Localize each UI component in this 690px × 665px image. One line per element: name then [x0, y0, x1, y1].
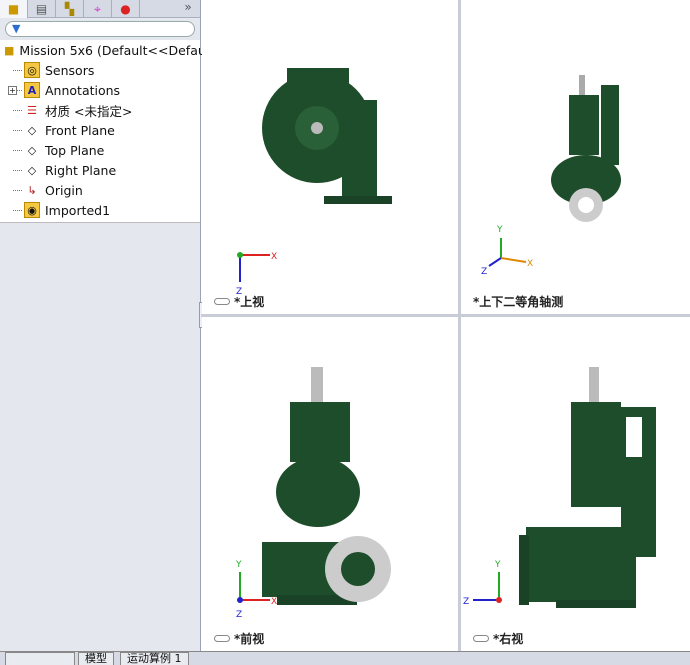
tree-item-label: Annotations — [45, 82, 121, 98]
axis-z-label: Z — [236, 610, 242, 620]
plane-icon: ◇ — [27, 123, 37, 137]
view-label: *上下二等角轴测 — [473, 293, 563, 310]
imported-icon: ◉ — [24, 202, 40, 218]
view-name: *前视 — [234, 632, 265, 646]
tree-filter-input[interactable]: ▼ — [5, 21, 195, 37]
feature-manager-tab[interactable]: ■ — [0, 0, 28, 18]
plane-icon: ◇ — [27, 143, 37, 157]
tree-item-front-plane[interactable]: ◇ Front Plane — [0, 120, 200, 140]
feature-manager-icon: ■ — [7, 2, 20, 16]
tree-item-label: Origin — [45, 182, 83, 198]
view-label: *右视 — [473, 630, 523, 647]
tab-scroll-buttons[interactable] — [5, 652, 75, 665]
tree-item-right-plane[interactable]: ◇ Right Plane — [0, 160, 200, 180]
tree-root[interactable]: ■ Mission 5x6 (Default<<Defau — [0, 40, 206, 60]
expand-toggle[interactable]: + — [8, 85, 17, 95]
axis-z-label: Z — [463, 597, 469, 607]
axis-y-label: Y — [494, 560, 501, 570]
tree-item-label: Top Plane — [45, 142, 105, 158]
dimxpert-manager-tab[interactable]: ⌖ — [84, 0, 112, 18]
origin-icon: ↳ — [27, 183, 37, 197]
tree-item-top-plane[interactable]: ◇ Top Plane — [0, 140, 200, 160]
configuration-manager-icon: ▚ — [64, 2, 75, 16]
sensors-icon: ◎ — [24, 62, 40, 78]
tree-item-imported1[interactable]: ◉ Imported1 — [0, 200, 200, 220]
plane-icon: ◇ — [27, 163, 37, 177]
pump-model-iso: Y X Z — [481, 75, 621, 277]
tab-motion-study-1[interactable]: 运动算例 1 — [120, 652, 189, 665]
viewport-front[interactable]: Y X Z *前视 — [202, 317, 458, 651]
viewport-splitter-vertical[interactable] — [458, 0, 461, 651]
link-views-icon[interactable] — [473, 635, 489, 642]
configuration-manager-tab[interactable]: ▚ — [56, 0, 84, 18]
part-icon: ■ — [4, 43, 15, 57]
axis-y-label: Y — [496, 225, 503, 235]
material-icon: ☰ — [27, 103, 37, 117]
axis-triad — [237, 252, 270, 282]
tree-item-material[interactable]: ☰ 材质 <未指定> — [0, 100, 200, 120]
viewport-splitter-horizontal[interactable] — [201, 314, 690, 317]
feature-tree: ■ Mission 5x6 (Default<<Defau ◎ Sensors + A… — [0, 40, 206, 223]
view-name: *右视 — [493, 632, 524, 646]
tree-item-label: Front Plane — [45, 122, 115, 138]
viewport-top[interactable]: X Z *上视 — [202, 0, 458, 314]
tree-root-label: Mission 5x6 (Default<<Defau — [19, 42, 206, 58]
bottom-tab-bar: 模型 运动算例 1 — [0, 651, 690, 665]
tree-item-origin[interactable]: ↳ Origin — [0, 180, 200, 200]
annotations-icon: A — [24, 82, 40, 98]
link-views-icon[interactable] — [214, 635, 230, 642]
pump-model-right: Y Z — [463, 367, 656, 608]
filter-icon: ▼ — [12, 22, 21, 35]
property-manager-icon: ▤ — [35, 2, 48, 16]
view-name: *上下二等角轴测 — [473, 295, 564, 309]
tree-item-sensors[interactable]: ◎ Sensors — [0, 60, 200, 80]
viewport-right[interactable]: Y Z *右视 — [461, 317, 690, 651]
panel-tabs: ■ ▤ ▚ ⌖ ● » — [0, 0, 200, 18]
link-views-icon[interactable] — [214, 298, 230, 305]
tree-item-label: 材质 <未指定> — [45, 103, 133, 119]
pump-model-front: Y X Z — [235, 367, 391, 620]
viewport-isometric[interactable]: Y X Z *上下二等角轴测 — [461, 0, 690, 314]
display-manager-tab[interactable]: ● — [112, 0, 140, 18]
tab-model[interactable]: 模型 — [78, 652, 114, 665]
axis-x-label: X — [527, 259, 533, 269]
pump-model-top: X Z — [236, 68, 392, 297]
crosshair-icon: ⌖ — [94, 1, 101, 16]
tree-item-label: Right Plane — [45, 162, 117, 178]
tree-item-label: Sensors — [45, 62, 95, 78]
property-manager-tab[interactable]: ▤ — [28, 0, 56, 18]
view-name: *上视 — [234, 295, 265, 309]
axis-x-label: X — [271, 597, 277, 607]
axis-y-label: Y — [235, 560, 242, 570]
tree-item-annotations[interactable]: + A Annotations — [0, 80, 200, 100]
view-label: *上视 — [214, 293, 264, 310]
tree-item-label: Imported1 — [45, 202, 111, 218]
axis-x-label: X — [271, 252, 277, 262]
more-tabs-button[interactable]: » — [176, 0, 200, 17]
color-wheel-icon: ● — [120, 2, 131, 16]
feature-manager-panel: ■ ▤ ▚ ⌖ ● » ▼ ■ Mission 5x6 (Default<<Def… — [0, 0, 206, 651]
view-label: *前视 — [214, 630, 264, 647]
axis-z-label: Z — [481, 267, 487, 277]
